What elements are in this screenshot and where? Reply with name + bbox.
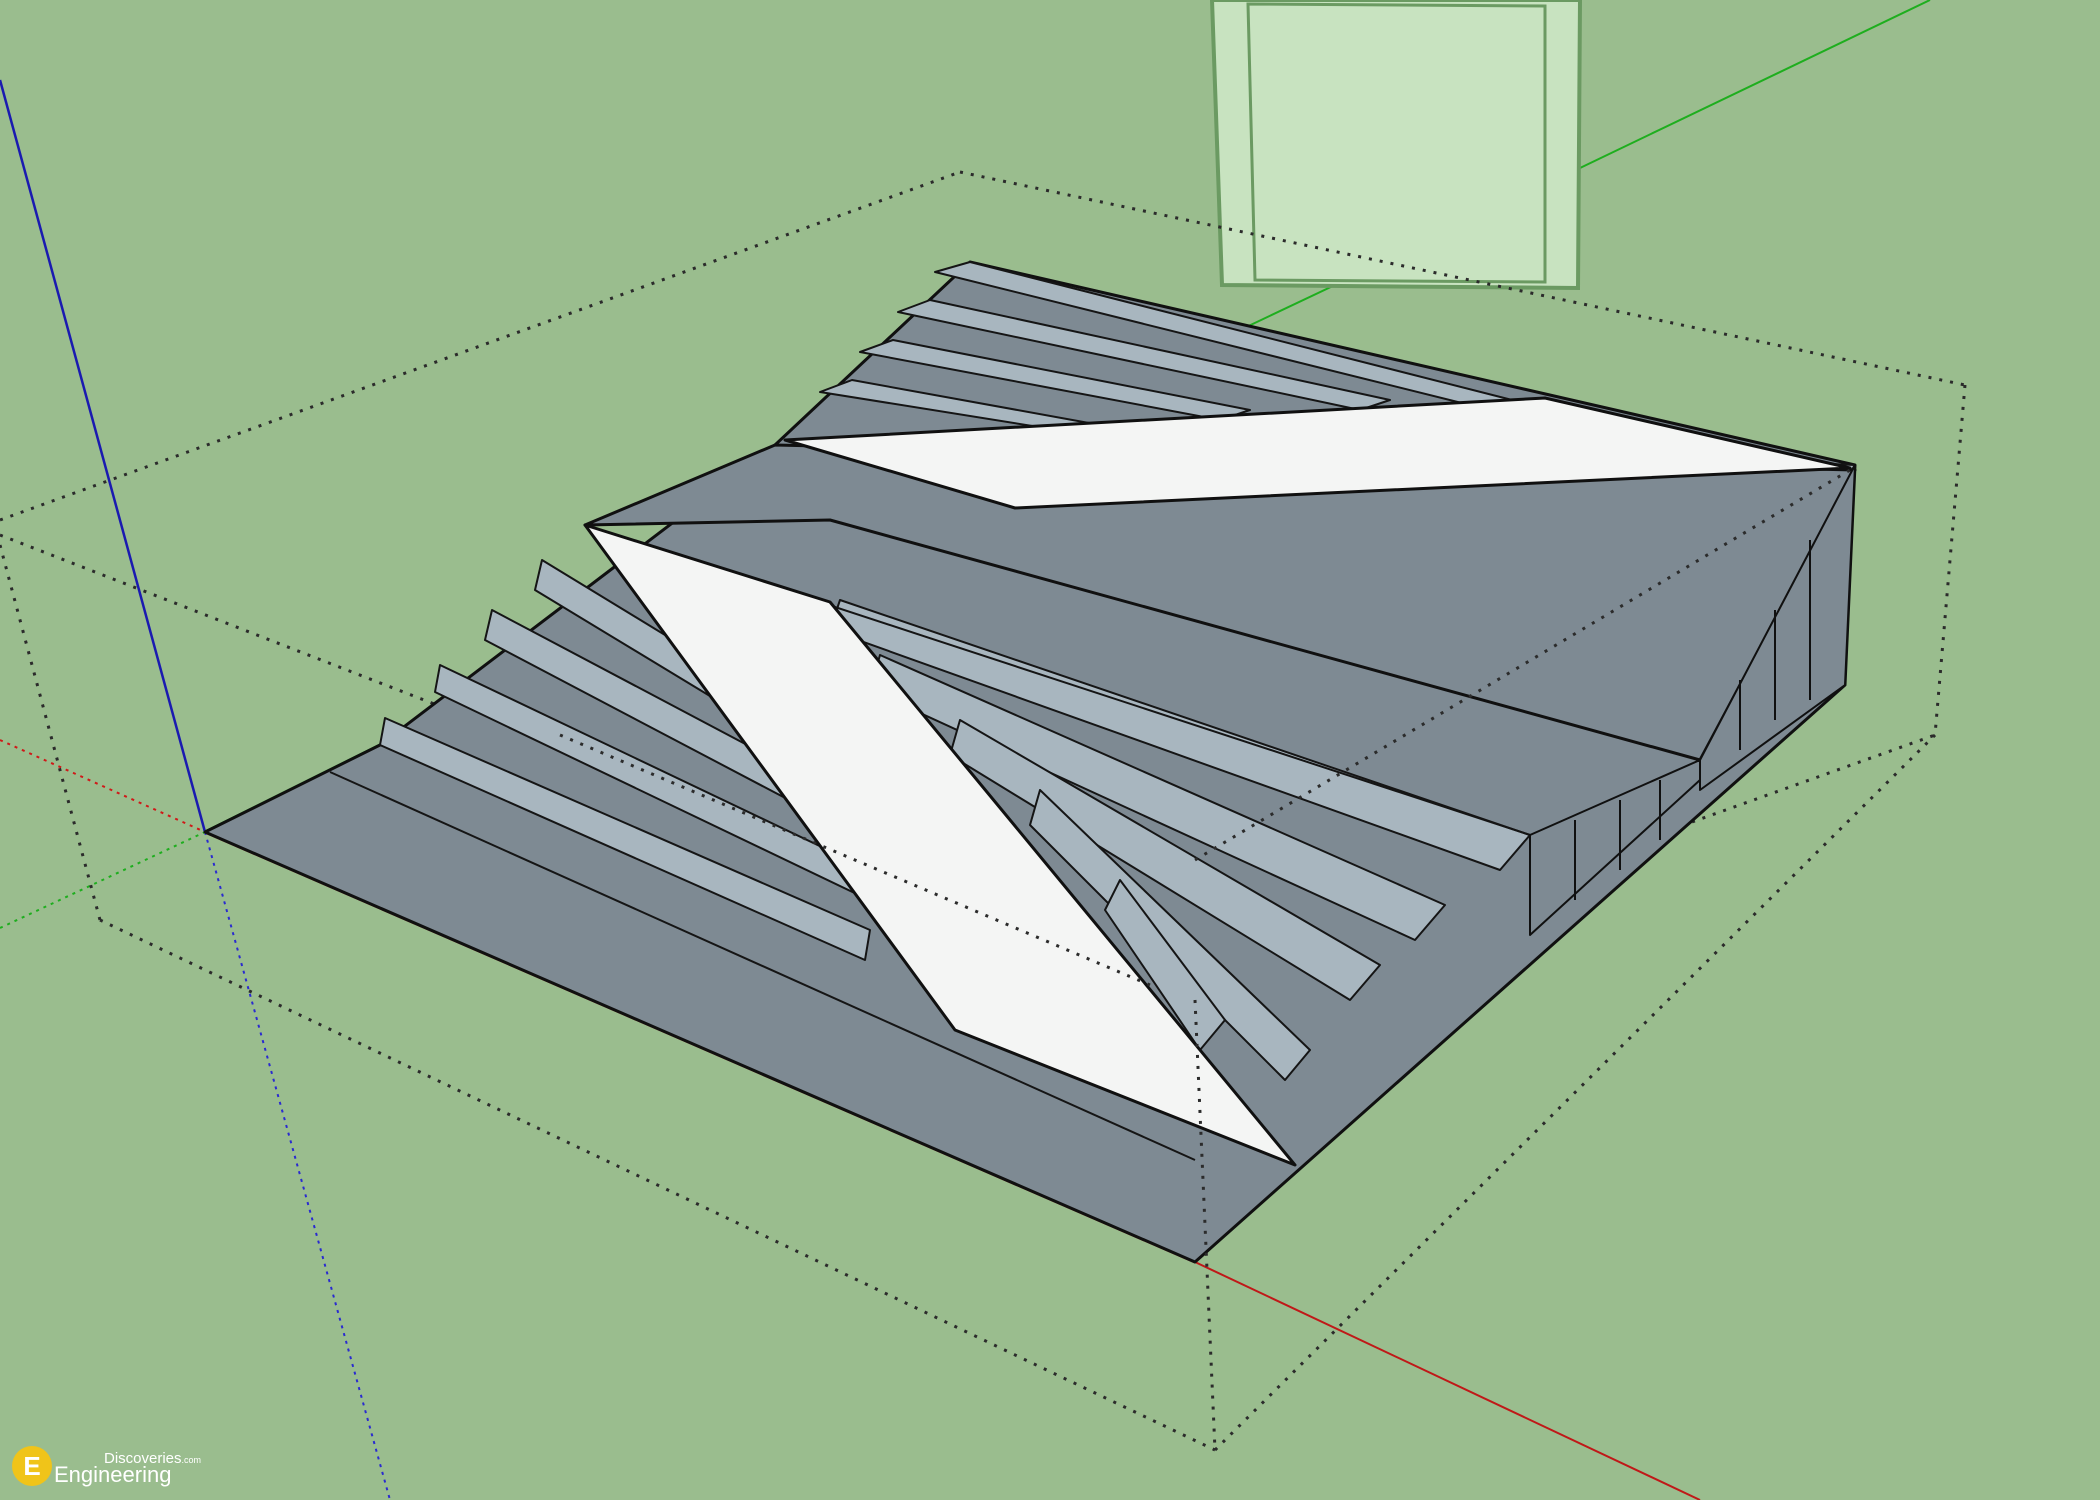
- watermark-line-2: Engineering: [54, 1462, 172, 1487]
- section-plane[interactable]: [1209, 0, 1583, 291]
- logo-icon: E: [12, 1446, 52, 1486]
- section-plane-inner: [1246, 2, 1547, 284]
- scene-canvas[interactable]: [0, 0, 2100, 1500]
- watermark-line-1-suffix: .com: [181, 1455, 202, 1465]
- watermark-logo: E Discoveries.com Engineering: [12, 1440, 252, 1490]
- modeling-viewport[interactable]: [0, 0, 2100, 1500]
